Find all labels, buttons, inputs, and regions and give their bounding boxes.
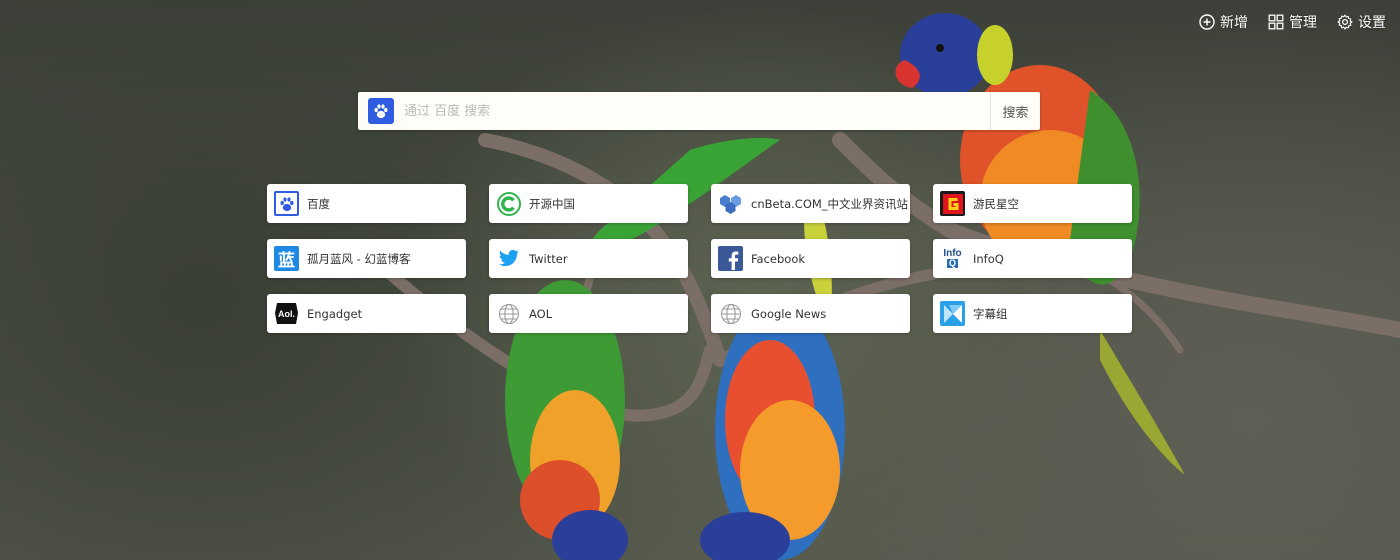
- facebook-icon: [718, 246, 743, 271]
- manage-label: 管理: [1289, 15, 1317, 31]
- tile-oschina[interactable]: 开源中国: [489, 184, 688, 223]
- oschina-icon: [496, 191, 521, 216]
- tile-label: 字幕组: [973, 306, 1008, 321]
- svg-text:Aol.: Aol.: [278, 309, 295, 319]
- tile-label: Facebook: [751, 251, 806, 266]
- tile-cnbeta[interactable]: cnBeta.COM_中文业界资讯站: [711, 184, 910, 223]
- tile-label: 开源中国: [529, 196, 575, 211]
- baidu-paw-icon: [274, 191, 299, 216]
- speed-dial-grid: 百度 开源中国 cnBeta.COM_中文业界资讯站 游民星空 蓝 孤月蓝风 -…: [267, 184, 1132, 333]
- search-input[interactable]: [394, 92, 990, 130]
- add-label: 新增: [1220, 15, 1248, 31]
- lan-icon: 蓝: [274, 246, 299, 271]
- globe-icon: [718, 301, 743, 326]
- tile-label: Google News: [751, 306, 827, 321]
- baidu-paw-icon[interactable]: [368, 98, 394, 124]
- tile-label: 孤月蓝风 - 幻蓝博客: [307, 251, 411, 266]
- tile-label: Engadget: [307, 306, 363, 321]
- tile-label: AOL: [529, 306, 553, 321]
- settings-button[interactable]: 设置: [1337, 12, 1386, 32]
- tile-label: InfoQ: [973, 251, 1004, 266]
- globe-icon: [496, 301, 521, 326]
- tile-label: 游民星空: [973, 196, 1019, 211]
- tile-twitter[interactable]: Twitter: [489, 239, 688, 278]
- top-toolbar: 新增 管理 设置: [1199, 12, 1386, 32]
- tile-baidu[interactable]: 百度: [267, 184, 466, 223]
- tile-gamersky[interactable]: 游民星空: [933, 184, 1132, 223]
- tile-google-news[interactable]: Google News: [711, 294, 910, 333]
- tile-zimuzu[interactable]: 字幕组: [933, 294, 1132, 333]
- tile-aol[interactable]: AOL: [489, 294, 688, 333]
- zimuzu-icon: [940, 301, 965, 326]
- tile-infoq[interactable]: Info Q InfoQ: [933, 239, 1132, 278]
- twitter-icon: [496, 246, 521, 271]
- gear-icon: [1337, 14, 1353, 30]
- tile-engadget[interactable]: Aol. Engadget: [267, 294, 466, 333]
- infoq-icon: Info Q: [940, 246, 965, 271]
- cnbeta-icon: [718, 191, 743, 216]
- tile-label: Twitter: [529, 251, 568, 266]
- aol-icon: Aol.: [274, 301, 299, 326]
- tile-facebook[interactable]: Facebook: [711, 239, 910, 278]
- tile-label: 百度: [307, 196, 330, 211]
- grid-icon: [1268, 14, 1284, 30]
- settings-label: 设置: [1358, 15, 1386, 31]
- manage-button[interactable]: 管理: [1268, 12, 1317, 32]
- infoq-glyph-bottom: Q: [946, 258, 958, 268]
- add-button[interactable]: 新增: [1199, 12, 1248, 32]
- gamersky-icon: [940, 191, 965, 216]
- search-button[interactable]: 搜索: [990, 92, 1040, 130]
- search-bar: 搜索: [358, 92, 1040, 130]
- tile-label: cnBeta.COM_中文业界资讯站: [751, 196, 909, 211]
- tile-lan-blog[interactable]: 蓝 孤月蓝风 - 幻蓝博客: [267, 239, 466, 278]
- lan-glyph: 蓝: [278, 251, 295, 271]
- plus-circle-icon: [1199, 14, 1215, 30]
